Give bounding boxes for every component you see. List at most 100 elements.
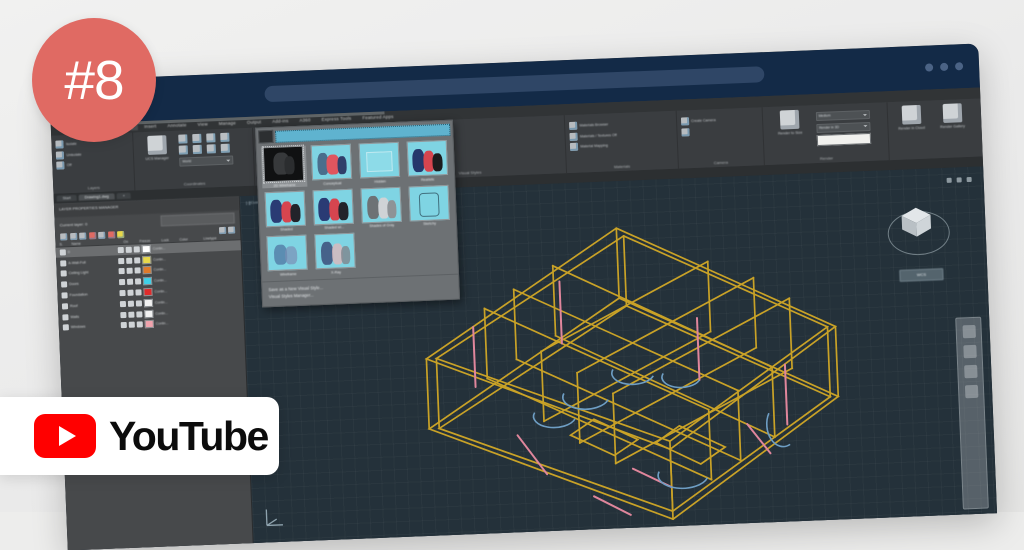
pan-icon[interactable]	[962, 344, 977, 359]
compass-icon[interactable]	[956, 177, 962, 183]
row-color-swatch[interactable]	[143, 298, 154, 308]
ucs-tool-1[interactable]	[178, 134, 190, 144]
ucs-combo[interactable]: World	[179, 155, 234, 167]
row-lock-icon[interactable]	[135, 289, 142, 296]
row-freeze-icon[interactable]	[125, 246, 132, 253]
row-lock-icon[interactable]	[135, 300, 143, 307]
address-bar[interactable]	[264, 66, 765, 103]
visual-style-wireframe[interactable]: Wireframe	[264, 234, 310, 277]
visual-style-realistic[interactable]: Realistic	[404, 139, 450, 182]
visual-style-shades-of-gray[interactable]: Shades of Gray	[358, 186, 404, 228]
ribbon-tab-a360[interactable]: A360	[294, 116, 315, 124]
new-layer-vp-frozen-icon[interactable]	[69, 232, 77, 240]
render-target-combo[interactable]: Render in 3D	[815, 121, 871, 133]
visual-style-sketchy[interactable]: Sketchy	[406, 184, 452, 226]
wcs-dropdown[interactable]: WCS	[899, 268, 944, 282]
materials-browser-button[interactable]: Materials Browser	[568, 120, 617, 131]
row-color-swatch[interactable]	[142, 277, 153, 286]
render-size-field[interactable]	[816, 132, 871, 147]
close-dot[interactable]	[954, 62, 964, 71]
render-gallery-button[interactable]: Render Gallery	[933, 103, 972, 130]
camera-extra-button[interactable]	[680, 127, 716, 137]
visual-style-conceptual[interactable]: Conceptual	[308, 143, 354, 186]
drawing-tab-new[interactable]: +	[116, 192, 132, 200]
row-lock-icon[interactable]	[133, 246, 140, 253]
render-to-size-button[interactable]: Render to Size	[766, 109, 813, 136]
row-freeze-icon[interactable]	[126, 268, 133, 275]
row-on-icon[interactable]	[119, 289, 126, 297]
render-quality-combo[interactable]: Medium	[815, 109, 870, 122]
row-freeze-icon[interactable]	[126, 257, 133, 264]
layer-search-input[interactable]	[160, 212, 235, 226]
refresh-icon[interactable]	[218, 226, 226, 234]
row-on-icon[interactable]	[117, 246, 124, 254]
drawing-tab-start[interactable]: Start	[56, 194, 77, 202]
render-in-cloud-button[interactable]: Render in Cloud	[892, 104, 931, 132]
settings-icon[interactable]	[227, 226, 236, 234]
ucs-manager-button[interactable]: UCS Manager	[137, 135, 176, 162]
maximize-dot[interactable]	[939, 62, 949, 72]
row-lock-icon[interactable]	[136, 321, 143, 328]
ribbon-tab-addins[interactable]: Add-ins	[267, 117, 294, 125]
layer-unisolate-button[interactable]: Unisolate	[55, 150, 82, 160]
row-lock-icon[interactable]	[136, 310, 143, 318]
row-color-swatch[interactable]	[142, 255, 152, 264]
row-color-swatch[interactable]	[143, 287, 153, 297]
visual-style-hidden[interactable]: Hidden	[356, 141, 402, 184]
row-freeze-icon[interactable]	[126, 278, 134, 286]
row-on-icon[interactable]	[118, 257, 125, 264]
viewcube-cube-icon[interactable]	[899, 204, 934, 239]
row-lock-icon[interactable]	[134, 267, 141, 275]
ribbon-tab-annotate[interactable]: Annotate	[162, 121, 191, 129]
visual-style-2d-wireframe[interactable]: 2D Wireframe	[260, 144, 308, 188]
minimize-dot[interactable]	[924, 63, 934, 72]
ucs-tool-7[interactable]	[206, 144, 219, 154]
set-current-icon[interactable]	[88, 231, 96, 239]
visual-style-shaded[interactable]: Shaded	[263, 190, 309, 232]
visual-styles-dropdown[interactable]: 2D Wireframe Conceptual Hidden Realistic…	[254, 119, 461, 307]
material-mapping-button[interactable]: Material Mapping	[569, 141, 618, 151]
ribbon-tab-express-tools[interactable]: Express Tools	[316, 115, 356, 124]
viewcube-toolbar[interactable]	[946, 176, 972, 183]
layer-filter-icon[interactable]	[107, 230, 115, 239]
ucs-tool-2[interactable]	[192, 133, 204, 144]
chevron-down-icon[interactable]	[966, 176, 972, 183]
row-on-icon[interactable]	[118, 268, 125, 275]
ucs-tool-8[interactable]	[220, 143, 233, 154]
row-lock-icon[interactable]	[134, 257, 141, 264]
row-on-icon[interactable]	[120, 322, 127, 329]
row-on-icon[interactable]	[120, 311, 127, 318]
orbit-icon[interactable]	[964, 384, 978, 399]
ucs-tool-4[interactable]	[220, 132, 232, 143]
drawing-tab-drawing1[interactable]: Drawing1.dwg	[78, 193, 115, 201]
layer-isolate-button[interactable]: Isolate	[55, 140, 81, 149]
row-freeze-icon[interactable]	[127, 289, 134, 296]
row-on-icon[interactable]	[119, 300, 127, 307]
delete-layer-icon[interactable]	[79, 231, 87, 240]
ucs-tool-5[interactable]	[178, 145, 191, 155]
layer-states-icon[interactable]	[98, 231, 106, 239]
row-color-swatch[interactable]	[144, 309, 154, 318]
ribbon-tab-insert[interactable]: Insert	[139, 122, 161, 130]
home-icon[interactable]	[946, 177, 952, 183]
row-on-icon[interactable]	[118, 279, 126, 286]
row-color-swatch[interactable]	[141, 244, 151, 254]
ucs-tool-6[interactable]	[192, 144, 205, 155]
visual-style-xray[interactable]: X-Ray	[312, 232, 358, 275]
row-freeze-icon[interactable]	[127, 300, 135, 307]
ucs-tool-3[interactable]	[206, 133, 218, 143]
row-color-swatch[interactable]	[144, 320, 154, 329]
row-lock-icon[interactable]	[134, 278, 142, 285]
visual-style-shaded-with-edges[interactable]: Shaded wi...	[310, 188, 356, 230]
row-freeze-icon[interactable]	[128, 321, 135, 329]
layer-color-icon[interactable]	[117, 230, 125, 238]
zoom-icon[interactable]	[963, 364, 978, 379]
viewcube[interactable]	[882, 196, 953, 267]
row-color-swatch[interactable]	[142, 266, 152, 275]
ribbon-tab-manage[interactable]: Manage	[214, 119, 241, 127]
new-layer-icon[interactable]	[60, 232, 68, 241]
materials-textures-off-button[interactable]: Materials / Textures Off	[569, 131, 617, 141]
ribbon-tab-output[interactable]: Output	[242, 118, 267, 126]
ribbon-tab-view[interactable]: View	[192, 120, 213, 128]
ribbon-tab-featured-apps[interactable]: Featured Apps	[357, 113, 398, 122]
